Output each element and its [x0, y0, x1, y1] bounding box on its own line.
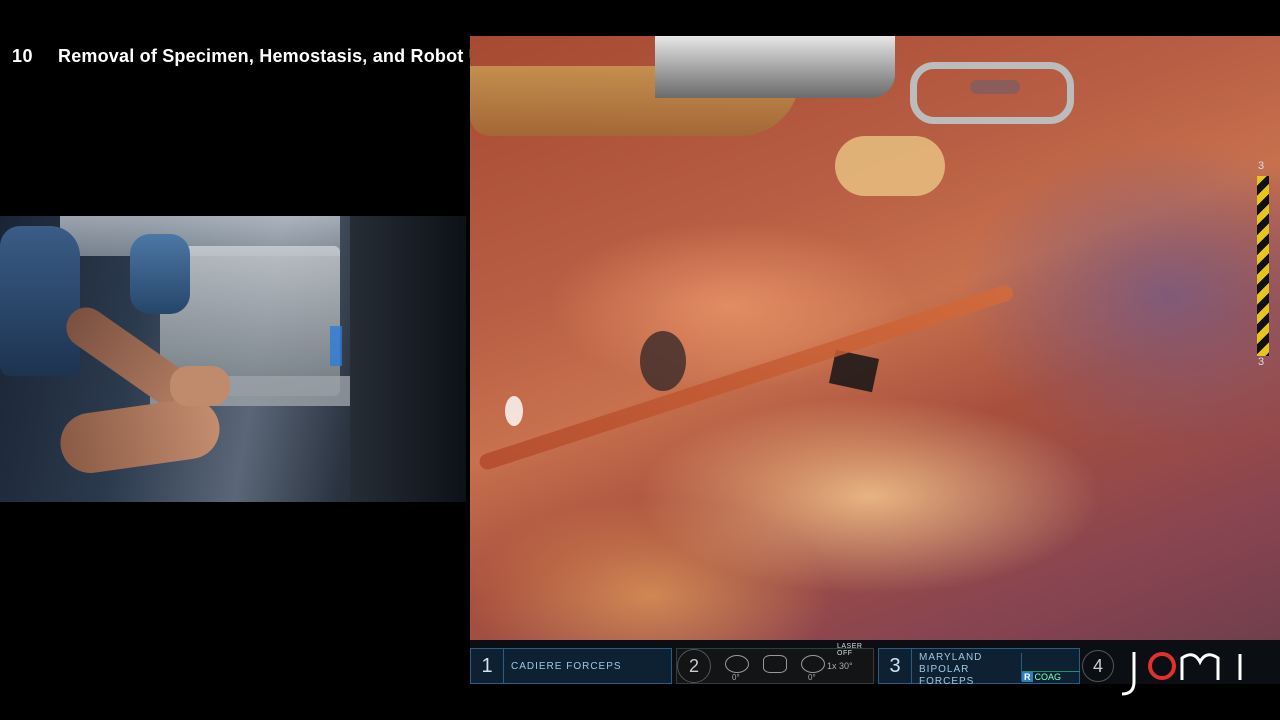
camera-angle-right: 0° — [808, 673, 816, 682]
blood-vessel — [477, 283, 1016, 472]
laser-status: LASER OFF — [837, 643, 863, 657]
assistant-figure — [130, 234, 190, 314]
arm-3-label-line1: MARYLAND — [919, 652, 983, 663]
camera-number: 2 — [677, 649, 711, 683]
instrument-shaft — [655, 36, 895, 98]
energy-mode-tag: R — [1022, 672, 1033, 682]
energy-grid — [1022, 653, 1080, 672]
cautery-mark — [640, 331, 686, 391]
endoscopic-view: 3 3 — [470, 36, 1280, 684]
jomi-logo-icon — [1121, 652, 1242, 696]
camera-right-icon — [801, 655, 825, 673]
energy-mode-label: COAG — [1034, 672, 1062, 682]
arm-4-number: 4 — [1082, 650, 1114, 682]
arm-3-number: 3 — [879, 649, 912, 683]
depth-scale — [1257, 176, 1269, 356]
energy-mode-box: R COAG — [1021, 653, 1080, 682]
energy-mode: R COAG — [1022, 672, 1061, 682]
camera-zoom: 1x 30° — [827, 661, 853, 671]
fat-nodule — [835, 136, 945, 196]
camera-center-icon — [763, 655, 787, 673]
camera-left-icon — [725, 655, 749, 673]
arm-1-label: CADIERE FORCEPS — [511, 660, 622, 672]
arm-1-number: 1 — [471, 649, 504, 683]
surgeon-arm-lower — [56, 395, 224, 477]
instrument-arm-1: 1 CADIERE FORCEPS — [470, 648, 672, 684]
chapter-number: 10 — [12, 45, 34, 66]
depth-scale-top-label: 3 — [1258, 160, 1265, 172]
depth-scale-bottom-label: 3 — [1258, 356, 1265, 368]
operating-room-video — [0, 216, 466, 502]
arm-3-label: MARYLAND BIPOLAR FORCEPS — [919, 652, 1019, 688]
robot-panel — [350, 216, 466, 502]
camera-angle-left: 0° — [732, 673, 740, 682]
instrument-arm-3: 3 MARYLAND BIPOLAR FORCEPS R COAG — [878, 648, 1080, 687]
arm-3-label-line2: BIPOLAR FORCEPS — [919, 664, 975, 687]
camera-slot: 2 LASER OFF 0° 0° 1x 30° — [676, 643, 874, 684]
specular-highlight — [505, 396, 523, 426]
surgeon-hand — [170, 366, 230, 406]
instrument-jaw-slot — [970, 80, 1020, 94]
surgeon-figure — [0, 226, 80, 376]
console-screen-light — [330, 326, 342, 366]
